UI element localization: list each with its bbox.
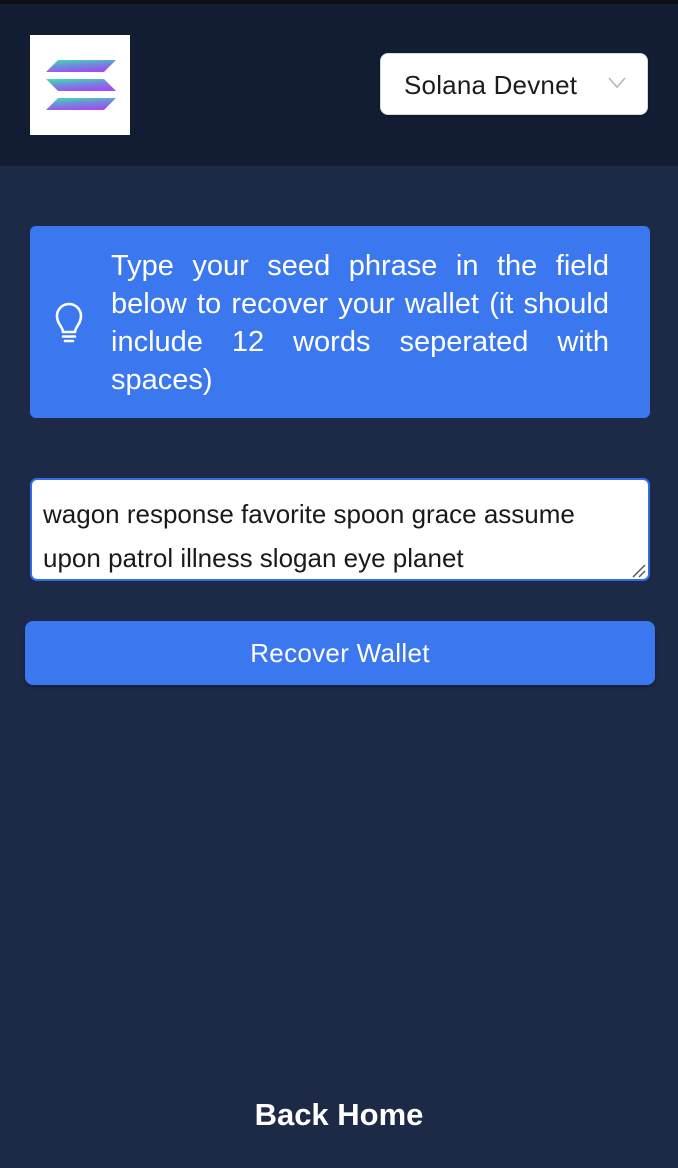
chevron-down-icon: [608, 77, 626, 89]
resize-handle-icon[interactable]: [630, 562, 646, 578]
info-banner: Type your seed phrase in the field below…: [30, 226, 650, 418]
info-message: Type your seed phrase in the field below…: [111, 250, 609, 396]
solana-logo-icon: [46, 60, 116, 110]
solana-logo: [30, 35, 130, 135]
back-home-link[interactable]: Back Home: [0, 1095, 678, 1135]
app-header: Solana Devnet: [0, 4, 678, 166]
network-select-value: Solana Devnet: [404, 70, 578, 100]
seed-phrase-input[interactable]: wagon response favorite spoon grace assu…: [30, 478, 650, 581]
lightbulb-icon: [55, 302, 83, 343]
recover-wallet-button[interactable]: Recover Wallet: [25, 621, 655, 685]
network-select[interactable]: Solana Devnet: [380, 53, 648, 115]
